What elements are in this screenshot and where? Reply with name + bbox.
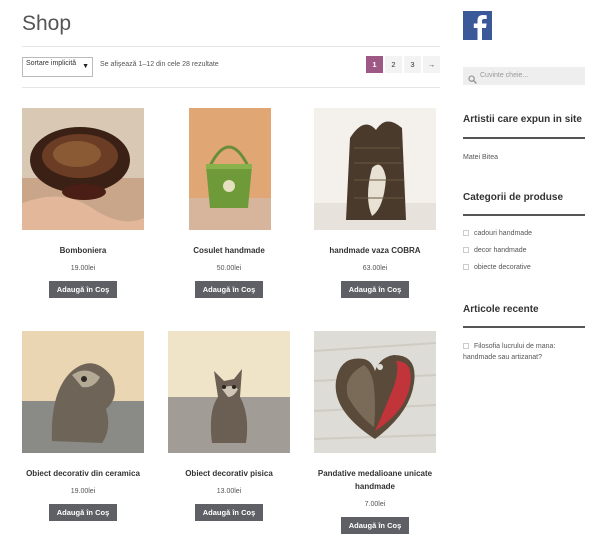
product-image-cosulet[interactable] [168, 108, 290, 230]
category-bullet-icon [463, 230, 469, 236]
category-label: obiecte decorative [474, 264, 531, 271]
category-item[interactable]: decor handmade [463, 247, 527, 254]
product-card: Obiect decorativ din ceramica 19.00lei A… [22, 331, 144, 521]
product-price: 19.00lei [70, 265, 96, 272]
recent-post-link[interactable]: Filosofia lucrului de mana: handmade sau… [463, 341, 585, 363]
dropdown-arrow-icon: ▼ [82, 63, 89, 70]
product-title[interactable]: Bomboniera [22, 244, 144, 257]
product-title[interactable]: Pandative medalioane unicate handmade [314, 467, 436, 493]
search-icon [468, 71, 477, 89]
page-2-button[interactable]: 2 [385, 56, 402, 73]
product-card: Obiect decorativ pisica 13.00lei Adaugă … [168, 331, 290, 521]
product-title[interactable]: handmade vaza COBRA [314, 244, 436, 257]
category-bullet-icon [463, 247, 469, 253]
category-bullet-icon [463, 264, 469, 270]
categories-widget-title: Categorii de produse [463, 192, 564, 203]
product-price: 19.00lei [70, 488, 96, 495]
product-price: 50.00lei [216, 265, 242, 272]
product-price: 13.00lei [216, 488, 242, 495]
category-label: decor handmade [474, 247, 527, 254]
product-image-pandative[interactable] [314, 331, 436, 453]
result-count: Se afişează 1–12 din cele 28 rezultate [100, 61, 219, 68]
shop-toolbar: Sortare implicită ▼ Se afişează 1–12 din… [22, 46, 440, 88]
sort-select-value: Sortare implicită [26, 60, 77, 67]
product-price: 7.00lei [364, 501, 386, 508]
product-image-obiect-pisica[interactable] [168, 331, 290, 453]
next-page-arrow-icon[interactable]: → [423, 56, 440, 73]
product-card: Pandative medalioane unicate handmade 7.… [314, 331, 436, 534]
facebook-icon[interactable] [463, 11, 492, 40]
add-to-cart-button[interactable]: Adaugă în Coş [48, 504, 118, 521]
recent-post-title: Filosofia lucrului de mana: handmade sau… [463, 343, 556, 361]
add-to-cart-button[interactable]: Adaugă în Coş [48, 281, 118, 298]
widget-divider [463, 137, 585, 139]
add-to-cart-button[interactable]: Adaugă în Coş [194, 281, 264, 298]
sort-select[interactable]: Sortare implicită ▼ [22, 57, 93, 77]
product-price: 63.00lei [362, 265, 388, 272]
product-card: handmade vaza COBRA 63.00lei Adaugă în C… [314, 108, 436, 298]
add-to-cart-button[interactable]: Adaugă în Coş [194, 504, 264, 521]
product-image-bomboniera[interactable] [22, 108, 144, 230]
product-card: Cosulet handmade 50.00lei Adaugă în Coş [168, 108, 290, 298]
product-title[interactable]: Obiect decorativ din ceramica [22, 467, 144, 480]
page-3-button[interactable]: 3 [404, 56, 421, 73]
pagination: 1 2 3 → [364, 56, 440, 73]
post-bullet-icon [463, 343, 469, 349]
category-item[interactable]: cadouri handmade [463, 230, 532, 237]
search-input[interactable]: Cuvinte cheie... [463, 67, 585, 85]
product-title[interactable]: Cosulet handmade [168, 244, 290, 257]
recent-posts-widget-title: Articole recente [463, 304, 539, 315]
page-title: Shop [22, 12, 72, 35]
page-1-button[interactable]: 1 [366, 56, 383, 73]
product-image-vaza-cobra[interactable] [314, 108, 436, 230]
product-card: Bomboniera 19.00lei Adaugă în Coş [22, 108, 144, 298]
artists-widget-title: Artistii care expun in site [463, 114, 582, 125]
artist-link[interactable]: Matei Bitea [463, 152, 498, 163]
category-label: cadouri handmade [474, 230, 532, 237]
add-to-cart-button[interactable]: Adaugă în Coş [340, 517, 410, 534]
add-to-cart-button[interactable]: Adaugă în Coş [340, 281, 410, 298]
search-placeholder: Cuvinte cheie... [480, 72, 529, 79]
product-title[interactable]: Obiect decorativ pisica [168, 467, 290, 480]
widget-divider [463, 326, 585, 328]
category-item[interactable]: obiecte decorative [463, 264, 531, 271]
widget-divider [463, 214, 585, 216]
product-image-obiect-ceramica[interactable] [22, 331, 144, 453]
